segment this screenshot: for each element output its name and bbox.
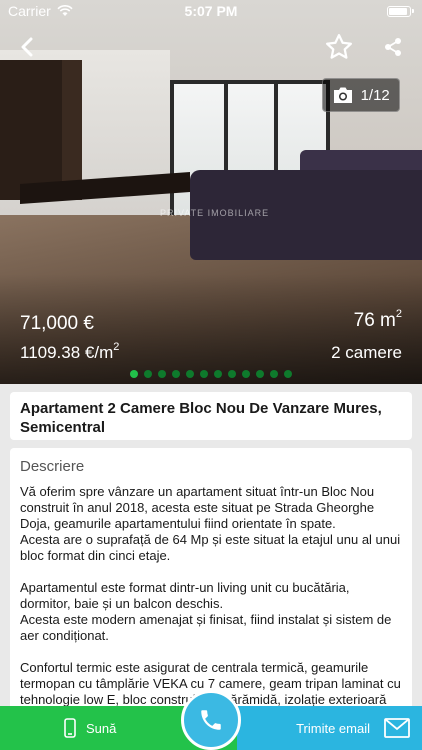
- listing-title: Apartament 2 Camere Bloc Nou De Vanzare …: [20, 400, 382, 436]
- pagination-dot[interactable]: [214, 370, 222, 378]
- status-bar: Carrier 5:07 PM: [0, 0, 422, 22]
- share-button[interactable]: [376, 30, 410, 64]
- description-text: Vă oferim spre vânzare un apartament sit…: [20, 484, 401, 723]
- gallery-pagination[interactable]: [0, 370, 422, 378]
- pagination-dot[interactable]: [256, 370, 264, 378]
- pagination-dot[interactable]: [158, 370, 166, 378]
- price-per-m2: 1109.38 €/m2: [20, 341, 120, 362]
- pagination-dot[interactable]: [270, 370, 278, 378]
- pagination-dot[interactable]: [284, 370, 292, 378]
- phone-device-icon: [64, 718, 76, 738]
- photo-counter[interactable]: 1/12: [322, 78, 400, 112]
- battery-icon: [387, 5, 411, 17]
- photo-watermark: PRIVATE IMOBILIARE: [160, 208, 270, 218]
- envelope-icon: [384, 718, 410, 738]
- favorite-button[interactable]: [322, 30, 356, 64]
- wifi-icon: [57, 5, 73, 16]
- title-card: Apartament 2 Camere Bloc Nou De Vanzare …: [10, 392, 412, 440]
- pagination-dot[interactable]: [228, 370, 236, 378]
- star-icon: [326, 34, 352, 59]
- photo-cabinet: [0, 60, 62, 200]
- pagination-dot[interactable]: [172, 370, 180, 378]
- carrier-label: Carrier: [8, 3, 51, 19]
- pagination-dot[interactable]: [186, 370, 194, 378]
- pagination-dot[interactable]: [130, 370, 138, 378]
- photo-counter-label: 1/12: [360, 86, 390, 104]
- chevron-left-icon: [21, 37, 33, 57]
- description-heading: Descriere: [20, 458, 85, 475]
- pagination-dot[interactable]: [242, 370, 250, 378]
- email-label: Trimite email: [296, 720, 370, 736]
- call-fab-button[interactable]: [181, 690, 241, 750]
- listing-area: 76 m2: [353, 308, 402, 331]
- share-icon: [385, 38, 401, 56]
- pagination-dot[interactable]: [200, 370, 208, 378]
- back-button[interactable]: [10, 30, 44, 64]
- camera-icon: [334, 87, 353, 103]
- listing-rooms: 2 camere: [331, 343, 402, 362]
- call-label: Sună: [86, 720, 117, 736]
- phone-icon: [201, 710, 221, 730]
- email-button[interactable]: Trimite email: [237, 706, 422, 750]
- pagination-dot[interactable]: [144, 370, 152, 378]
- listing-price: 71,000 €: [20, 313, 94, 334]
